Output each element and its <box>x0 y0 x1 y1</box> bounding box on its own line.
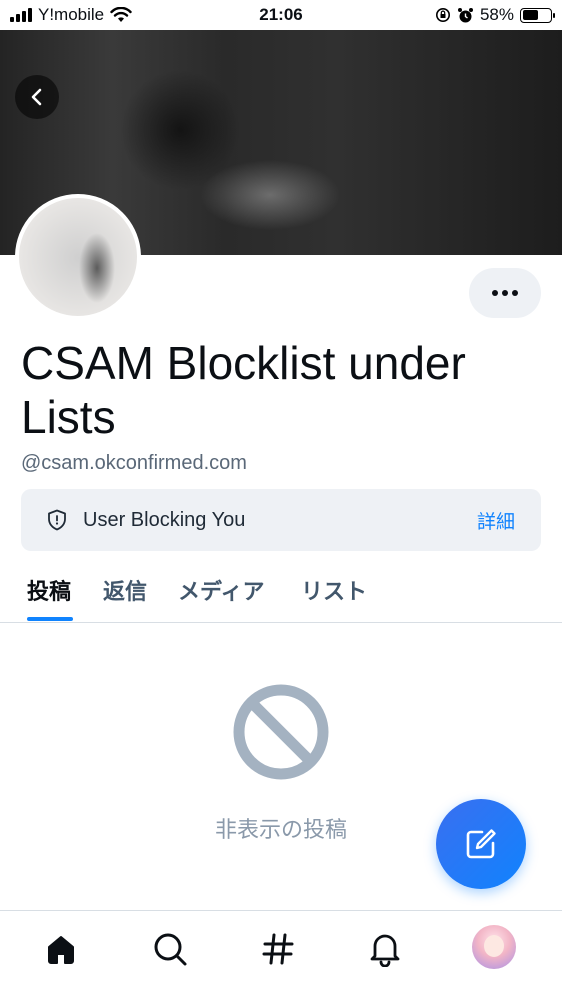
tab-lists[interactable]: リスト <box>301 574 367 606</box>
nav-search[interactable] <box>148 927 192 971</box>
bottom-nav <box>0 910 562 1000</box>
moderation-label-text: User Blocking You <box>83 508 246 531</box>
active-tab-indicator <box>27 617 73 621</box>
tab-posts[interactable]: 投稿 <box>27 574 71 606</box>
notifications-icon <box>370 934 400 967</box>
status-right: 58% <box>435 5 555 25</box>
profile-avatar[interactable] <box>15 194 141 320</box>
profile-tabs: 投稿 返信 メディア リスト <box>0 560 562 623</box>
display-name: CSAM Blocklist under Lists <box>21 337 466 443</box>
status-bar: Y!mobile 21:06 58% <box>0 0 562 30</box>
ellipsis-icon <box>492 290 498 296</box>
home-icon <box>48 936 74 964</box>
profile-avatar[interactable] <box>472 925 516 969</box>
back-button[interactable] <box>15 75 59 119</box>
feeds-icon <box>262 933 294 965</box>
battery-icon <box>520 7 555 23</box>
profile-handle: @csam.okconfirmed.com <box>21 452 247 474</box>
tab-media[interactable]: メディア <box>178 574 264 606</box>
no-entry-icon <box>233 684 329 780</box>
alarm-icon <box>457 7 473 22</box>
nav-home[interactable] <box>39 927 83 971</box>
search-icon <box>154 933 187 966</box>
compose-icon <box>466 829 496 859</box>
compose-button[interactable] <box>436 799 526 889</box>
shield-icon <box>48 509 66 531</box>
chevron-left-icon <box>31 88 42 106</box>
moderation-label[interactable]: User Blocking You 詳細 <box>21 489 541 551</box>
battery-level <box>522 10 539 20</box>
tab-replies[interactable]: 返信 <box>103 574 147 606</box>
more-options-button[interactable] <box>469 268 541 318</box>
rotation-lock-icon <box>435 8 450 22</box>
battery-percent: 58% <box>479 5 514 24</box>
nav-feeds[interactable] <box>256 927 300 971</box>
details-link[interactable]: 詳細 <box>477 507 515 534</box>
nav-notifications[interactable] <box>363 927 407 971</box>
